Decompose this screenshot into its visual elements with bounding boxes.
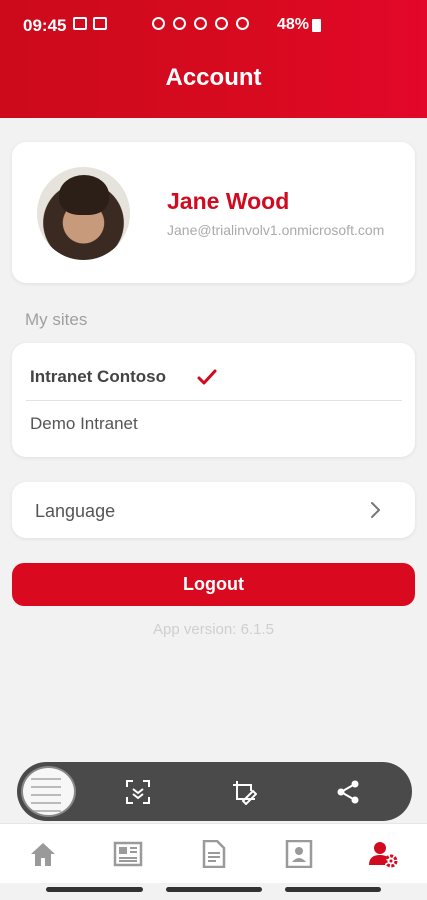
edit-screenshot-icon[interactable] bbox=[231, 779, 257, 805]
site-item-demo-intranet[interactable]: Demo Intranet bbox=[12, 401, 415, 457]
site-item-label: Intranet Contoso bbox=[30, 367, 166, 386]
home-icon[interactable] bbox=[28, 840, 58, 868]
battery-icon bbox=[312, 19, 321, 32]
nav-handle-back[interactable] bbox=[46, 887, 143, 892]
language-label: Language bbox=[35, 501, 116, 521]
system-icons bbox=[152, 17, 249, 30]
nav-handle-home[interactable] bbox=[166, 887, 262, 892]
language-row[interactable]: Language bbox=[12, 482, 415, 538]
contact-icon[interactable] bbox=[284, 840, 314, 868]
logout-button[interactable]: Logout bbox=[12, 563, 415, 606]
screenshot-toolbar bbox=[17, 762, 412, 821]
nav-handle-recents[interactable] bbox=[285, 887, 381, 892]
notification-icons bbox=[73, 17, 107, 30]
user-email: Jane@trialinvolv1.onmicrosoft.com bbox=[167, 222, 385, 238]
check-icon bbox=[197, 369, 217, 385]
site-item-label: Demo Intranet bbox=[30, 414, 138, 433]
app-header: 09:45 48% Account bbox=[0, 0, 427, 118]
sites-card: Intranet Contoso Demo Intranet bbox=[12, 343, 415, 457]
battery-percent: 48% bbox=[277, 16, 310, 33]
scan-icon[interactable] bbox=[125, 779, 151, 805]
my-sites-label: My sites bbox=[25, 310, 88, 329]
status-bar: 09:45 48% bbox=[0, 0, 427, 52]
news-icon[interactable] bbox=[113, 840, 143, 868]
avatar bbox=[37, 167, 130, 260]
screenshot-thumbnail[interactable] bbox=[21, 766, 76, 817]
chevron-right-icon bbox=[371, 502, 380, 518]
account-settings-icon[interactable] bbox=[368, 840, 398, 868]
profile-card: Jane Wood Jane@trialinvolv1.onmicrosoft.… bbox=[12, 142, 415, 283]
app-version: App version: 6.1.5 bbox=[153, 621, 274, 638]
site-item-intranet-contoso[interactable]: Intranet Contoso bbox=[12, 343, 415, 399]
bottom-tab-bar bbox=[0, 823, 427, 883]
page-title: Account bbox=[165, 64, 262, 91]
user-name: Jane Wood bbox=[167, 188, 290, 214]
share-icon[interactable] bbox=[335, 779, 361, 805]
status-time: 09:45 bbox=[23, 16, 67, 35]
document-icon[interactable] bbox=[199, 840, 229, 868]
